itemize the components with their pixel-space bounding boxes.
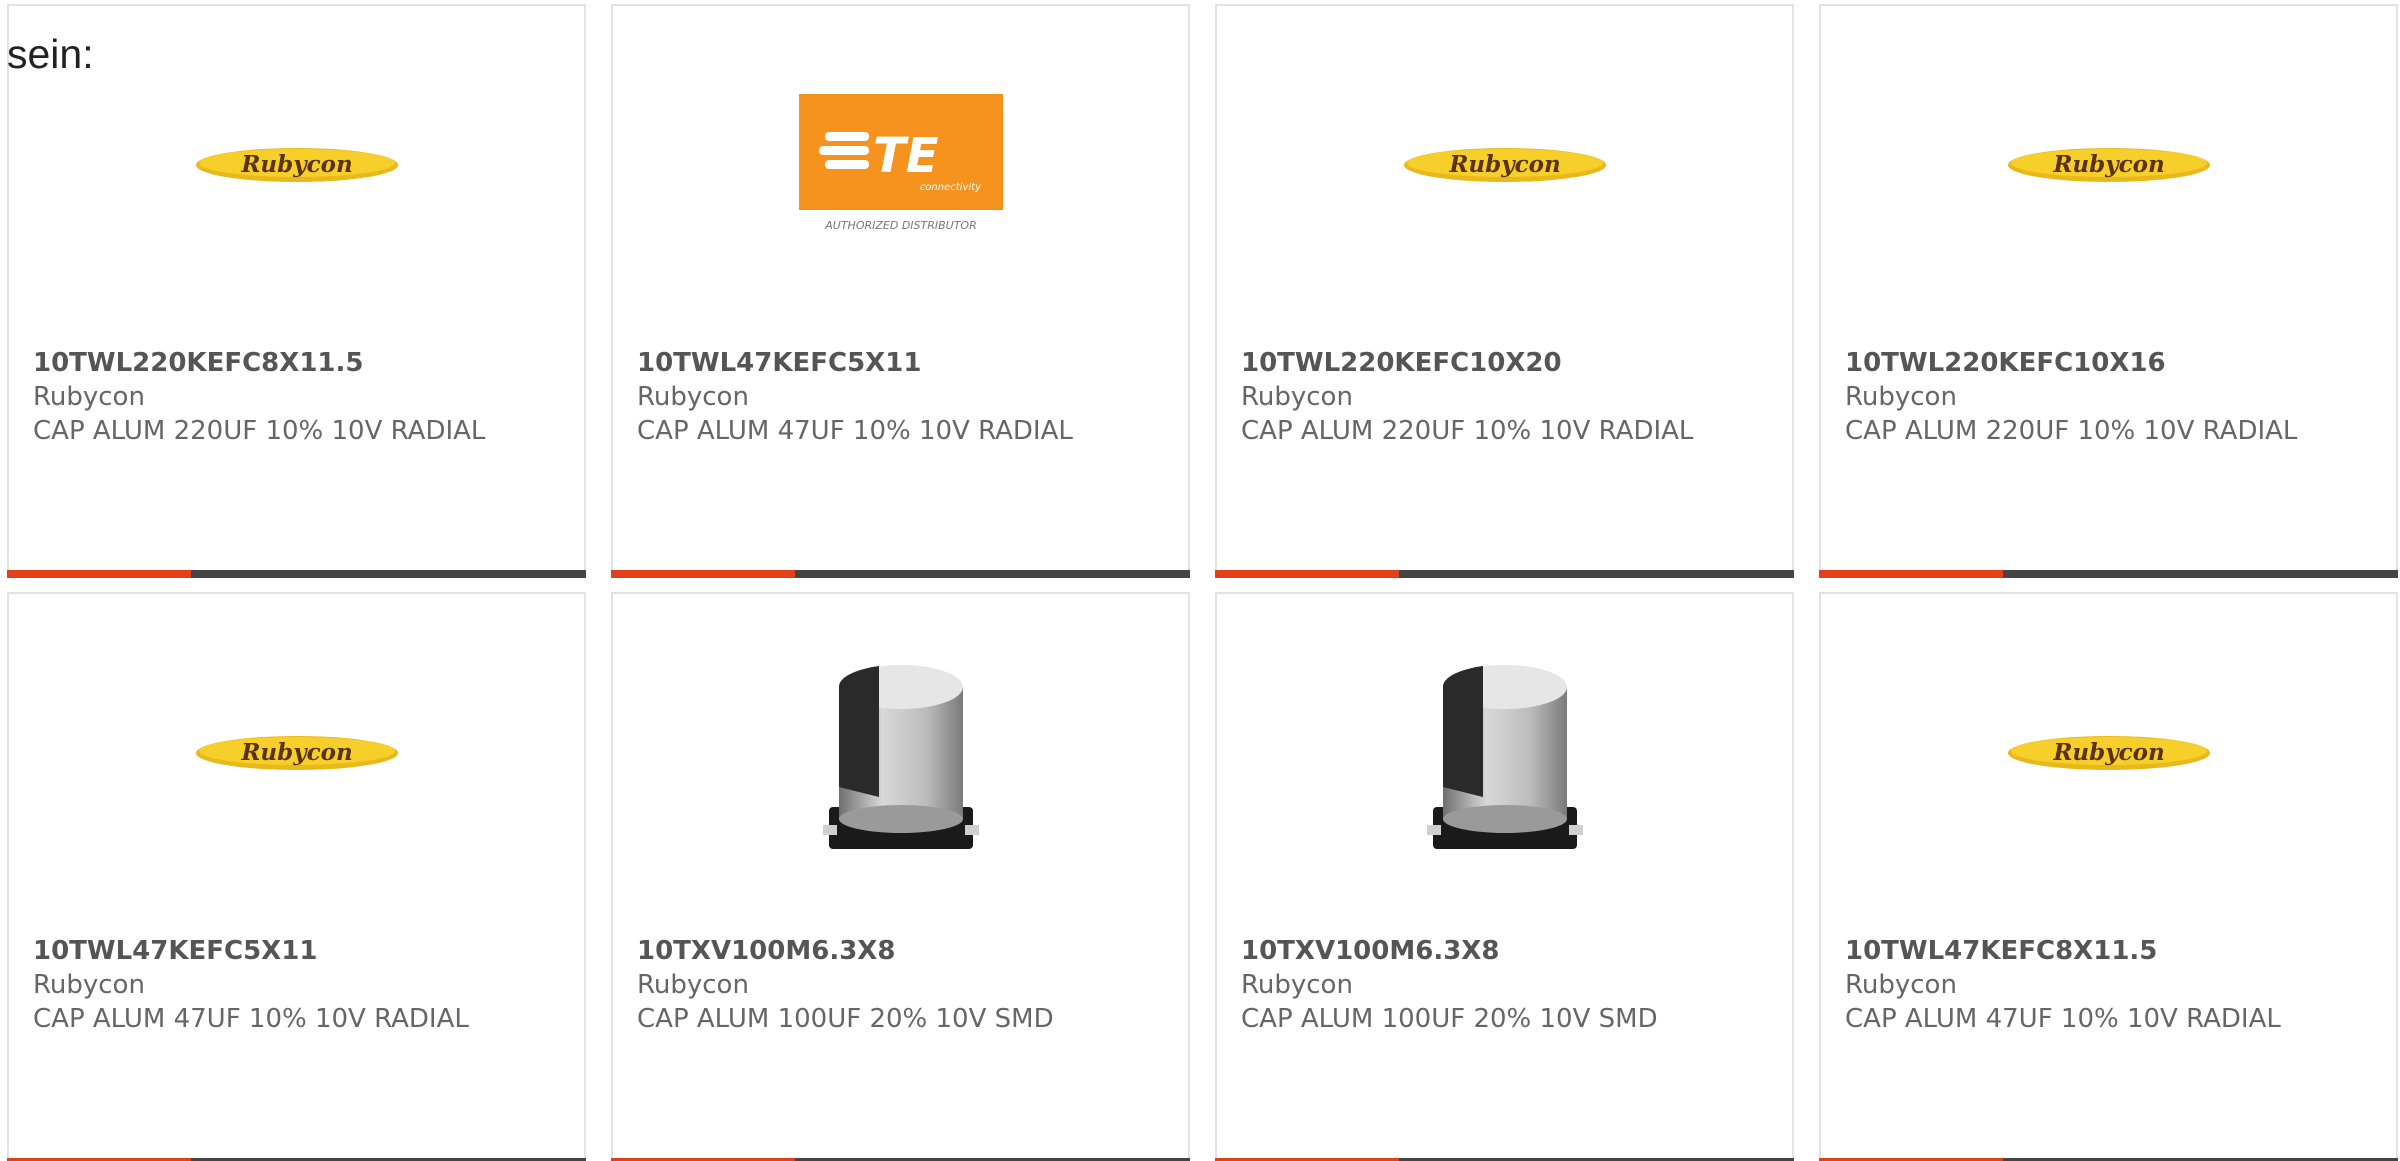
product-image[interactable]: Rubycon (1821, 594, 2396, 934)
rubycon-logo-icon: Rubycon (2007, 736, 2210, 770)
svg-text:Rubycon: Rubycon (240, 151, 352, 178)
card-bottom-bar (611, 570, 1190, 578)
product-description: CAP ALUM 47UF 10% 10V RADIAL (33, 1004, 469, 1034)
card-bottom-bar-accent (7, 570, 191, 578)
svg-text:Rubycon: Rubycon (2052, 151, 2164, 178)
card-bottom-bar (1215, 570, 1794, 578)
card-bottom-bar-accent (1819, 570, 2003, 578)
product-info: 10TXV100M6.3X8 Rubycon CAP ALUM 100UF 20% … (1241, 934, 1772, 1036)
product-info: 10TXV100M6.3X8 Rubycon CAP ALUM 100UF 20% … (637, 934, 1168, 1036)
product-part-number[interactable]: 10TWL47KEFC8X11.5 (1845, 934, 2376, 968)
rubycon-logo-icon: Rubycon (195, 736, 398, 770)
product-card[interactable]: 10TXV100M6.3X8 Rubycon CAP ALUM 100UF 20% … (1215, 592, 1794, 1161)
product-manufacturer: Rubycon (1845, 970, 1957, 1000)
product-image[interactable] (613, 594, 1188, 934)
product-part-number[interactable]: 10TXV100M6.3X8 (1241, 934, 1772, 968)
smd-capacitor-icon (1426, 665, 1583, 849)
product-image[interactable]: Rubycon (1821, 6, 2396, 346)
product-manufacturer: Rubycon (1241, 382, 1353, 412)
product-image[interactable]: Rubycon (9, 6, 584, 346)
product-manufacturer: Rubycon (33, 970, 145, 1000)
card-bottom-bar (7, 570, 586, 578)
page: sein: Rubycon 10TWL220KEFC8X11.5 Rubycon CA… (0, 0, 2400, 1161)
rubycon-logo-icon: Rubycon (2007, 148, 2210, 182)
svg-text:Rubycon: Rubycon (2052, 739, 2164, 766)
product-image[interactable]: TE connectivity AUTHORIZED DISTRIBUTOR (613, 6, 1188, 346)
product-manufacturer: Rubycon (33, 382, 145, 412)
product-manufacturer: Rubycon (637, 970, 749, 1000)
product-card[interactable]: Rubycon 10TWL47KEFC5X11 Rubycon CAP ALUM 47… (7, 592, 586, 1161)
product-part-number[interactable]: 10TWL220KEFC10X20 (1241, 346, 1772, 380)
svg-text:TE: TE (873, 128, 939, 184)
product-description: CAP ALUM 47UF 10% 10V RADIAL (637, 416, 1073, 446)
product-part-number[interactable]: 10TWL220KEFC10X16 (1845, 346, 2376, 380)
rubycon-logo-icon: Rubycon (195, 148, 398, 182)
product-image[interactable] (1217, 594, 1792, 934)
product-info: 10TWL220KEFC10X20 Rubycon CAP ALUM 220UF 1… (1241, 346, 1772, 448)
product-grid: Rubycon 10TWL220KEFC8X11.5 Rubycon CAP ALUM… (7, 4, 2398, 1161)
product-part-number[interactable]: 10TWL47KEFC5X11 (33, 934, 564, 968)
svg-text:Rubycon: Rubycon (1448, 151, 1560, 178)
product-card[interactable]: TE connectivity AUTHORIZED DISTRIBUTOR 10TW… (611, 4, 1190, 578)
product-description: CAP ALUM 100UF 20% 10V SMD (637, 1004, 1054, 1034)
product-card[interactable]: Rubycon 10TWL220KEFC10X16 Rubycon CAP ALUM … (1819, 4, 2398, 578)
product-image[interactable]: Rubycon (1217, 6, 1792, 346)
smd-capacitor-icon (822, 665, 979, 849)
svg-text:Rubycon: Rubycon (240, 739, 352, 766)
te-connectivity-logo-icon: TEconnectivity AUTHORIZED DISTRIBUTOR (798, 94, 1003, 232)
card-bottom-bar-accent (611, 570, 795, 578)
svg-text:connectivity: connectivity (919, 182, 981, 193)
product-card[interactable]: Rubycon 10TWL220KEFC8X11.5 Rubycon CAP ALUM… (7, 4, 586, 578)
product-info: 10TWL47KEFC8X11.5 Rubycon CAP ALUM 47UF 10… (1845, 934, 2376, 1036)
product-manufacturer: Rubycon (1845, 382, 1957, 412)
rubycon-logo-icon: Rubycon (1403, 148, 1606, 182)
product-card[interactable]: 10TXV100M6.3X8 Rubycon CAP ALUM 100UF 20% … (611, 592, 1190, 1161)
product-info: 10TWL220KEFC10X16 Rubycon CAP ALUM 220UF 1… (1845, 346, 2376, 448)
product-card[interactable]: Rubycon 10TWL47KEFC8X11.5 Rubycon CAP ALUM … (1819, 592, 2398, 1161)
product-description: CAP ALUM 220UF 10% 10V RADIAL (1241, 416, 1694, 446)
product-part-number[interactable]: 10TWL220KEFC8X11.5 (33, 346, 564, 380)
card-bottom-bar-accent (1215, 570, 1399, 578)
product-info: 10TWL47KEFC5X11 Rubycon CAP ALUM 47UF 10% … (33, 934, 564, 1036)
product-manufacturer: Rubycon (1241, 970, 1353, 1000)
card-bottom-bar (1819, 570, 2398, 578)
product-description: CAP ALUM 220UF 10% 10V RADIAL (1845, 416, 2298, 446)
product-info: 10TWL220KEFC8X11.5 Rubycon CAP ALUM 220UF … (33, 346, 564, 448)
svg-text:AUTHORIZED DISTRIBUTOR: AUTHORIZED DISTRIBUTOR (824, 219, 977, 232)
product-image[interactable]: Rubycon (9, 594, 584, 934)
product-description: CAP ALUM 100UF 20% 10V SMD (1241, 1004, 1658, 1034)
product-part-number[interactable]: 10TXV100M6.3X8 (637, 934, 1168, 968)
product-card[interactable]: Rubycon 10TWL220KEFC10X20 Rubycon CAP ALUM … (1215, 4, 1794, 578)
product-info: 10TWL47KEFC5X11 Rubycon CAP ALUM 47UF 10% … (637, 346, 1168, 448)
product-part-number[interactable]: 10TWL47KEFC5X11 (637, 346, 1168, 380)
product-description: CAP ALUM 220UF 10% 10V RADIAL (33, 416, 486, 446)
intro-text: sein: (7, 31, 94, 77)
product-manufacturer: Rubycon (637, 382, 749, 412)
product-description: CAP ALUM 47UF 10% 10V RADIAL (1845, 1004, 2281, 1034)
